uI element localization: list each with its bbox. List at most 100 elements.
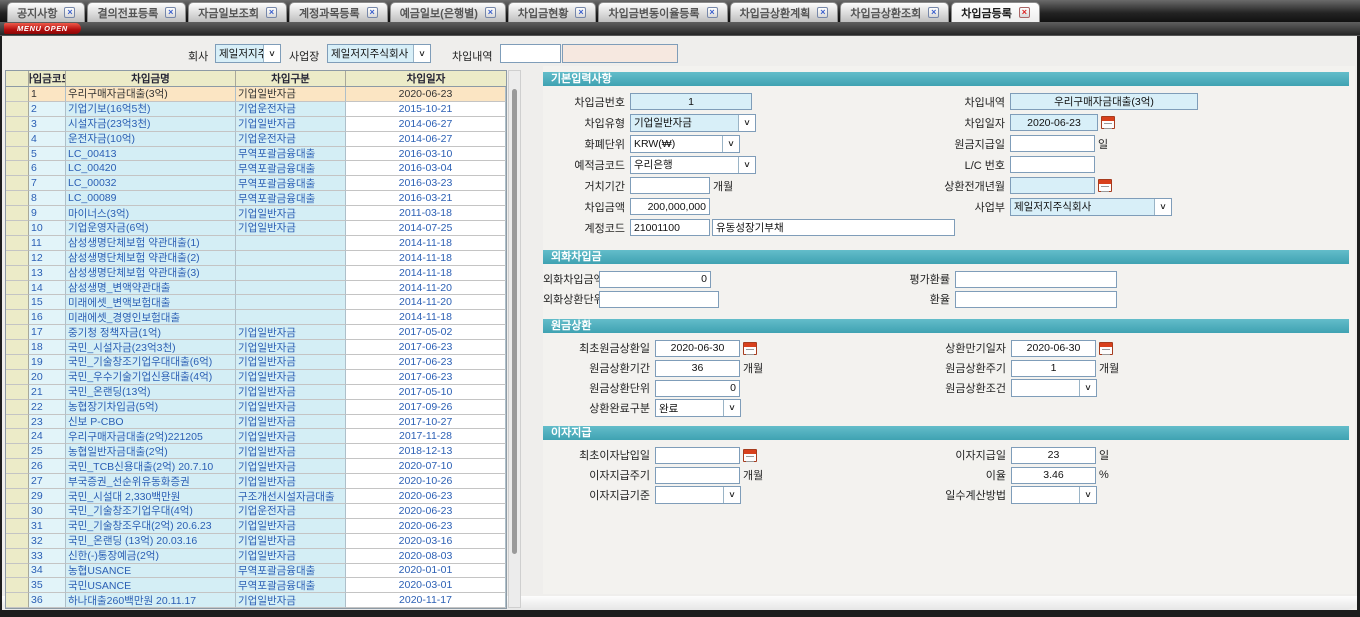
table-row[interactable]: 7LC_00032무역포괄금융대출2016-03-23 (6, 176, 506, 191)
table-row[interactable]: 32국민_온랜딩 (13억) 20.03.16기업일반자금2020-03-16 (6, 534, 506, 549)
tab[interactable]: 공지사항× (7, 2, 85, 22)
tab[interactable]: 차입금현황× (508, 2, 597, 22)
tab-close-icon[interactable]: × (485, 7, 496, 18)
tab[interactable]: 자금일보조회× (188, 2, 287, 22)
account-code-input[interactable]: 21001100 (630, 219, 710, 236)
table-row[interactable]: 11삼성생명단체보험 약관대출(1)2014-11-18 (6, 236, 506, 251)
table-row[interactable]: 6LC_00420무역포괄금융대출2016-03-04 (6, 161, 506, 176)
site-select[interactable]: 제일저지주식회사 ˅ (327, 44, 431, 63)
table-row[interactable]: 22농협장기차입금(5억)기업일반자금2017-09-26 (6, 400, 506, 415)
loan-no-field[interactable]: 1 (630, 93, 752, 110)
repay-unit-input[interactable]: 0 (655, 380, 740, 397)
table-row[interactable]: 5LC_00413무역포괄금융대출2016-03-10 (6, 147, 506, 162)
fx-amount-input[interactable]: 0 (599, 271, 711, 288)
tab-close-icon[interactable]: × (165, 7, 176, 18)
first-interest-date-input[interactable] (655, 447, 740, 464)
tab-close-icon[interactable]: × (64, 7, 75, 18)
repay-complete-select[interactable]: 완료 ˅ (655, 399, 741, 417)
table-row[interactable]: 26국민_TCB신용대출(2억) 20.7.10기업일반자금2020-07-10 (6, 459, 506, 474)
scrollbar-thumb[interactable] (512, 89, 517, 554)
loan-desc-field[interactable]: 우리구매자금대출(3억) (1010, 93, 1198, 110)
table-row[interactable]: 16미래에셋_경영인보험대출2014-11-18 (6, 310, 506, 325)
table-row[interactable]: 20국민_우수기술기업신용대출(4억)기업일반자금2017-06-23 (6, 370, 506, 385)
loan-date-input[interactable]: 2020-06-23 (1010, 114, 1098, 131)
table-row[interactable]: 14삼성생명_변액약관대출2014-11-20 (6, 281, 506, 296)
tab-close-icon[interactable]: × (928, 7, 939, 18)
table-row[interactable]: 13삼성생명단체보험 약관대출(3)2014-11-18 (6, 266, 506, 281)
currency-select[interactable]: KRW(₩) ˅ (630, 135, 740, 153)
calendar-icon[interactable] (743, 342, 757, 355)
table-row[interactable]: 23신보 P-CBO기업일반자금2017-10-27 (6, 415, 506, 430)
table-row[interactable]: 36하나대출260백만원 20.11.17기업일반자금2020-11-17 (6, 593, 506, 608)
calendar-icon[interactable] (1098, 179, 1112, 192)
tab[interactable]: 차입금등록× (951, 2, 1040, 22)
interest-cycle-input[interactable] (655, 467, 740, 484)
eval-rate-input[interactable] (955, 271, 1117, 288)
tab-close-icon[interactable]: × (367, 7, 378, 18)
tab[interactable]: 차입금변동이율등록× (598, 2, 727, 22)
calendar-icon[interactable] (743, 449, 757, 462)
fx-repay-unit-input[interactable] (599, 291, 719, 308)
maturity-date-input[interactable]: 2020-06-30 (1011, 340, 1096, 357)
company-select[interactable]: 제일저지주식회사 ˅ (215, 44, 281, 63)
repay-period-input[interactable]: 36 (655, 360, 740, 377)
header-date[interactable]: 차입일자 (346, 71, 506, 86)
interest-pay-day-input[interactable]: 23 (1011, 447, 1096, 464)
table-row[interactable]: 24우리구매자금대출(2억)221205기업일반자금2017-11-28 (6, 429, 506, 444)
table-row[interactable]: 27부국증권_선순위유동화증권기업일반자금2020-10-26 (6, 474, 506, 489)
table-row[interactable]: 30국민_기술창조기업우대(4억)기업운전자금2020-06-23 (6, 504, 506, 519)
tab-close-icon[interactable]: × (1019, 7, 1030, 18)
exchange-rate-input[interactable] (955, 291, 1117, 308)
table-row[interactable]: 31국민_기술창조우대(2억) 20.6.23기업일반자금2020-06-23 (6, 519, 506, 534)
tab[interactable]: 예금일보(은행별)× (390, 2, 506, 22)
day-count-select[interactable]: ˅ (1011, 486, 1097, 504)
table-row[interactable]: 8LC_00089무역포괄금융대출2016-03-21 (6, 191, 506, 206)
table-row[interactable]: 33신한(-)통장예금(2억)기업일반자금2020-08-03 (6, 549, 506, 564)
header-type[interactable]: 차입구분 (236, 71, 346, 86)
table-row[interactable]: 2기업기보(16억5천)기업운전자금2015-10-21 (6, 102, 506, 117)
tab-close-icon[interactable]: × (707, 7, 718, 18)
repay-cycle-input[interactable]: 1 (1011, 360, 1096, 377)
calendar-icon[interactable] (1099, 342, 1113, 355)
tab-close-icon[interactable]: × (266, 7, 277, 18)
table-row[interactable]: 34농협USANCE무역포괄금융대출2020-01-01 (6, 564, 506, 579)
table-row[interactable]: 19국민_기술창조기업우대대출(6억)기업일반자금2017-06-23 (6, 355, 506, 370)
table-row[interactable]: 3시설자금(23억3천)기업일반자금2014-06-27 (6, 117, 506, 132)
calendar-icon[interactable] (1101, 116, 1115, 129)
menu-open-button[interactable]: MENU OPEN (4, 23, 81, 34)
header-name[interactable]: 차입금명 (66, 71, 236, 86)
tab[interactable]: 계정과목등록× (289, 2, 388, 22)
interest-rate-input[interactable]: 3.46 (1011, 467, 1096, 484)
pre-repay-ym-input[interactable] (1010, 177, 1095, 194)
interest-basis-select[interactable]: ˅ (655, 486, 741, 504)
loan-type-select[interactable]: 기업일반자금 ˅ (630, 114, 756, 132)
table-row[interactable]: 9마이너스(3억)기업일반자금2011-03-18 (6, 206, 506, 221)
loan-desc-search-input[interactable] (500, 44, 561, 63)
division-select[interactable]: 제일저지주식회사 ˅ (1010, 198, 1172, 216)
table-row[interactable]: 4운전자금(10억)기업운전자금2014-06-27 (6, 132, 506, 147)
table-row[interactable]: 17중기청 정책자금(1억)기업일반자금2017-05-02 (6, 325, 506, 340)
tab[interactable]: 차입금상환조회× (840, 2, 949, 22)
tab-close-icon[interactable]: × (575, 7, 586, 18)
repay-condition-select[interactable]: ˅ (1011, 379, 1097, 397)
table-row[interactable]: 35국민USANCE무역포괄금융대출2020-03-01 (6, 578, 506, 593)
lc-number-input[interactable] (1010, 156, 1095, 173)
grace-period-input[interactable] (630, 177, 710, 194)
table-row[interactable]: 12삼성생명단체보험 약관대출(2)2014-11-18 (6, 251, 506, 266)
tab[interactable]: 차입금상환계획× (730, 2, 839, 22)
table-row[interactable]: 25농협일반자금대출(2억)기업일반자금2018-12-13 (6, 444, 506, 459)
table-row[interactable]: 15미래에셋_변액보험대출2014-11-20 (6, 295, 506, 310)
table-row[interactable]: 1우리구매자금대출(3억)기업일반자금2020-06-23 (6, 87, 506, 102)
deposit-code-select[interactable]: 우리은행 ˅ (630, 156, 756, 174)
header-code[interactable]: 차입금코드 (29, 71, 66, 86)
table-scrollbar[interactable] (508, 70, 521, 608)
first-repay-date-input[interactable]: 2020-06-30 (655, 340, 740, 357)
tab-close-icon[interactable]: × (817, 7, 828, 18)
loan-amount-input[interactable]: 200,000,000 (630, 198, 710, 215)
table-row[interactable]: 18국민_시설자금(23억3천)기업일반자금2017-06-23 (6, 340, 506, 355)
principal-pay-day-input[interactable] (1010, 135, 1095, 152)
table-row[interactable]: 29국민_시설대 2,330백만원구조개선시설자금대출2020-06-23 (6, 489, 506, 504)
table-row[interactable]: 10기업운영자금(6억)기업일반자금2014-07-25 (6, 221, 506, 236)
table-row[interactable]: 21국민_온랜딩(13억)기업일반자금2017-05-10 (6, 385, 506, 400)
account-name-input[interactable]: 유동성장기부채 (712, 219, 955, 236)
